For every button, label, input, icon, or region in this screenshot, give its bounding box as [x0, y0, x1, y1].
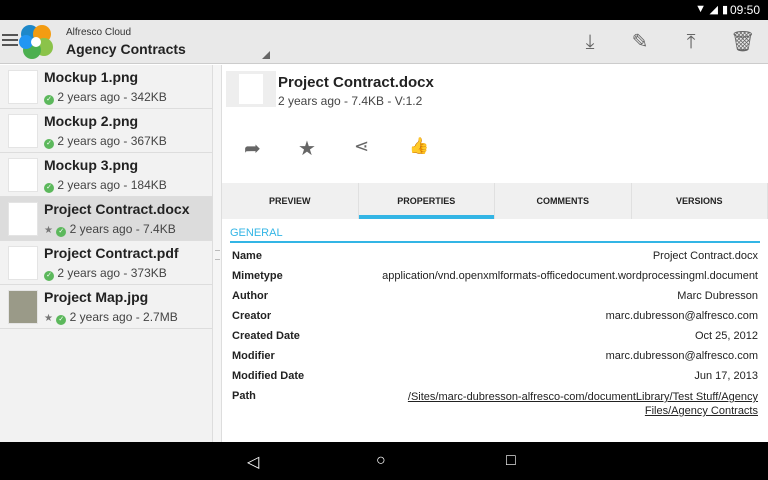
property-key: Modified Date [232, 370, 305, 382]
property-value: marc.dubresson@alfresco.com [605, 350, 758, 362]
open-in-icon[interactable]: ➦ [244, 136, 261, 161]
clock: 09:50 [729, 3, 760, 17]
file-meta: ★ ✓ 2 years ago - 2.7MB [44, 310, 178, 325]
file-name: Mockup 3.png [44, 157, 139, 173]
document-thumbnail[interactable] [226, 71, 276, 107]
folder-title[interactable]: Agency Contracts [66, 41, 186, 57]
home-icon[interactable]: ○ [376, 452, 386, 470]
edit-icon[interactable]: ✎ [628, 30, 652, 54]
property-value: Jun 17, 2013 [694, 370, 758, 382]
dropdown-indicator-icon[interactable] [262, 51, 270, 59]
favorite-star-icon: ★ [44, 225, 53, 236]
property-value: Oct 25, 2012 [695, 330, 758, 342]
share-icon[interactable]: ⋖ [354, 136, 369, 157]
file-list: Mockup 1.png ✓ 2 years ago - 342KB Mockup… [0, 65, 212, 442]
file-meta-text: 2 years ago - 373KB [57, 266, 167, 280]
property-key: Creator [232, 310, 272, 322]
property-row: Modified Date Jun 17, 2013 [232, 368, 758, 388]
like-icon[interactable]: 👍 [409, 136, 429, 156]
synced-icon: ✓ [44, 183, 54, 193]
tab-versions[interactable]: VERSIONS [632, 183, 768, 219]
list-item-selected[interactable]: Project Contract.docx ★ ✓ 2 years ago - 7… [0, 197, 212, 241]
list-item[interactable]: Project Map.jpg ★ ✓ 2 years ago - 2.7MB [0, 285, 212, 329]
file-meta-text: 2 years ago - 2.7MB [69, 310, 178, 324]
file-meta-text: 2 years ago - 342KB [57, 90, 167, 104]
property-key: Path [232, 390, 256, 402]
tab-comments[interactable]: COMMENTS [495, 183, 632, 219]
synced-icon: ✓ [44, 271, 54, 281]
file-meta: ✓ 2 years ago - 367KB [44, 134, 167, 149]
tab-preview[interactable]: PREVIEW [222, 183, 359, 219]
file-thumbnail [8, 290, 38, 324]
synced-icon: ✓ [44, 95, 54, 105]
battery-icon: ▮ [721, 4, 728, 16]
property-row: Creator marc.dubresson@alfresco.com [232, 308, 758, 328]
tab-properties[interactable]: PROPERTIES [358, 183, 495, 219]
file-meta: ★ ✓ 2 years ago - 7.4KB [44, 222, 176, 237]
file-thumbnail [8, 114, 38, 148]
recents-icon[interactable]: □ [506, 452, 516, 470]
favorite-star-icon: ★ [44, 313, 53, 324]
file-name: Mockup 2.png [44, 113, 139, 129]
download-icon[interactable]: ⤓ [578, 30, 602, 54]
file-meta: ✓ 2 years ago - 184KB [44, 178, 167, 193]
splitter-grip-icon[interactable] [215, 250, 220, 260]
list-item[interactable]: Mockup 1.png ✓ 2 years ago - 342KB [0, 65, 212, 109]
property-value: marc.dubresson@alfresco.com [605, 310, 758, 322]
property-row: Name Project Contract.docx [232, 248, 758, 268]
file-name: Project Map.jpg [44, 289, 149, 305]
section-divider [230, 241, 760, 243]
property-value: Marc Dubresson [677, 290, 758, 302]
status-bar: ▼ ◢ ▮ 09:50 [0, 0, 768, 20]
account-name: Alfresco Cloud [66, 27, 132, 38]
alfresco-logo[interactable] [16, 22, 56, 62]
document-name: Project Contract.docx [278, 74, 434, 91]
file-meta-text: 2 years ago - 7.4KB [69, 222, 176, 236]
pane-splitter[interactable] [212, 65, 222, 442]
property-value: Project Contract.docx [652, 250, 758, 262]
file-meta-text: 2 years ago - 367KB [57, 134, 167, 148]
detail-tabs: PREVIEW PROPERTIES COMMENTS VERSIONS [222, 183, 768, 219]
property-key: Created Date [232, 330, 300, 342]
property-row: Mimetype application/vnd.openxmlformats-o… [232, 268, 758, 288]
property-row: Modifier marc.dubresson@alfresco.com [232, 348, 758, 368]
property-key: Mimetype [232, 270, 283, 282]
property-key: Name [232, 250, 262, 262]
file-thumbnail [8, 70, 38, 104]
property-value: application/vnd.openxmlformats-officedoc… [382, 270, 758, 282]
property-key: Author [232, 290, 269, 302]
list-item[interactable]: Mockup 3.png ✓ 2 years ago - 184KB [0, 153, 212, 197]
property-row: Author Marc Dubresson [232, 288, 758, 308]
list-item[interactable]: Project Contract.pdf ✓ 2 years ago - 373K… [0, 241, 212, 285]
action-bar: Alfresco Cloud Agency Contracts ⤓ ✎ ⤒ 🗑 [0, 20, 768, 64]
wifi-icon: ▼ [695, 3, 706, 15]
navigation-bar: ◁ ○ □ [0, 442, 768, 480]
favorite-star-icon[interactable]: ★ [298, 136, 316, 161]
upload-icon[interactable]: ⤒ [679, 30, 703, 54]
file-name: Project Contract.pdf [44, 245, 179, 261]
synced-icon: ✓ [56, 315, 67, 325]
file-name: Project Contract.docx [44, 201, 190, 217]
properties-list: Name Project Contract.docx Mimetype applic… [232, 248, 758, 422]
detail-panel: Project Contract.docx 2 years ago - 7.4K… [222, 65, 768, 442]
file-meta-text: 2 years ago - 184KB [57, 178, 167, 192]
synced-icon: ✓ [56, 227, 67, 237]
property-key: Modifier [232, 350, 275, 362]
back-icon[interactable]: ◁ [247, 452, 259, 472]
property-row: Created Date Oct 25, 2012 [232, 328, 758, 348]
signal-icon: ◢ [709, 4, 718, 16]
file-meta: ✓ 2 years ago - 342KB [44, 90, 167, 105]
delete-icon[interactable]: 🗑 [730, 30, 755, 54]
list-item[interactable]: Mockup 2.png ✓ 2 years ago - 367KB [0, 109, 212, 153]
synced-icon: ✓ [44, 139, 54, 149]
document-meta: 2 years ago - 7.4KB - V:1.2 [278, 94, 423, 108]
file-thumbnail [8, 158, 38, 192]
file-meta: ✓ 2 years ago - 373KB [44, 266, 167, 281]
section-header: GENERAL [230, 227, 283, 239]
file-thumbnail [8, 246, 38, 280]
file-thumbnail [8, 202, 38, 236]
path-link[interactable]: /Sites/marc-dubresson-alfresco-com/docum… [368, 390, 758, 418]
property-row: Path/Sites/marc-dubresson-alfresco-com/d… [232, 388, 758, 422]
file-name: Mockup 1.png [44, 69, 139, 85]
